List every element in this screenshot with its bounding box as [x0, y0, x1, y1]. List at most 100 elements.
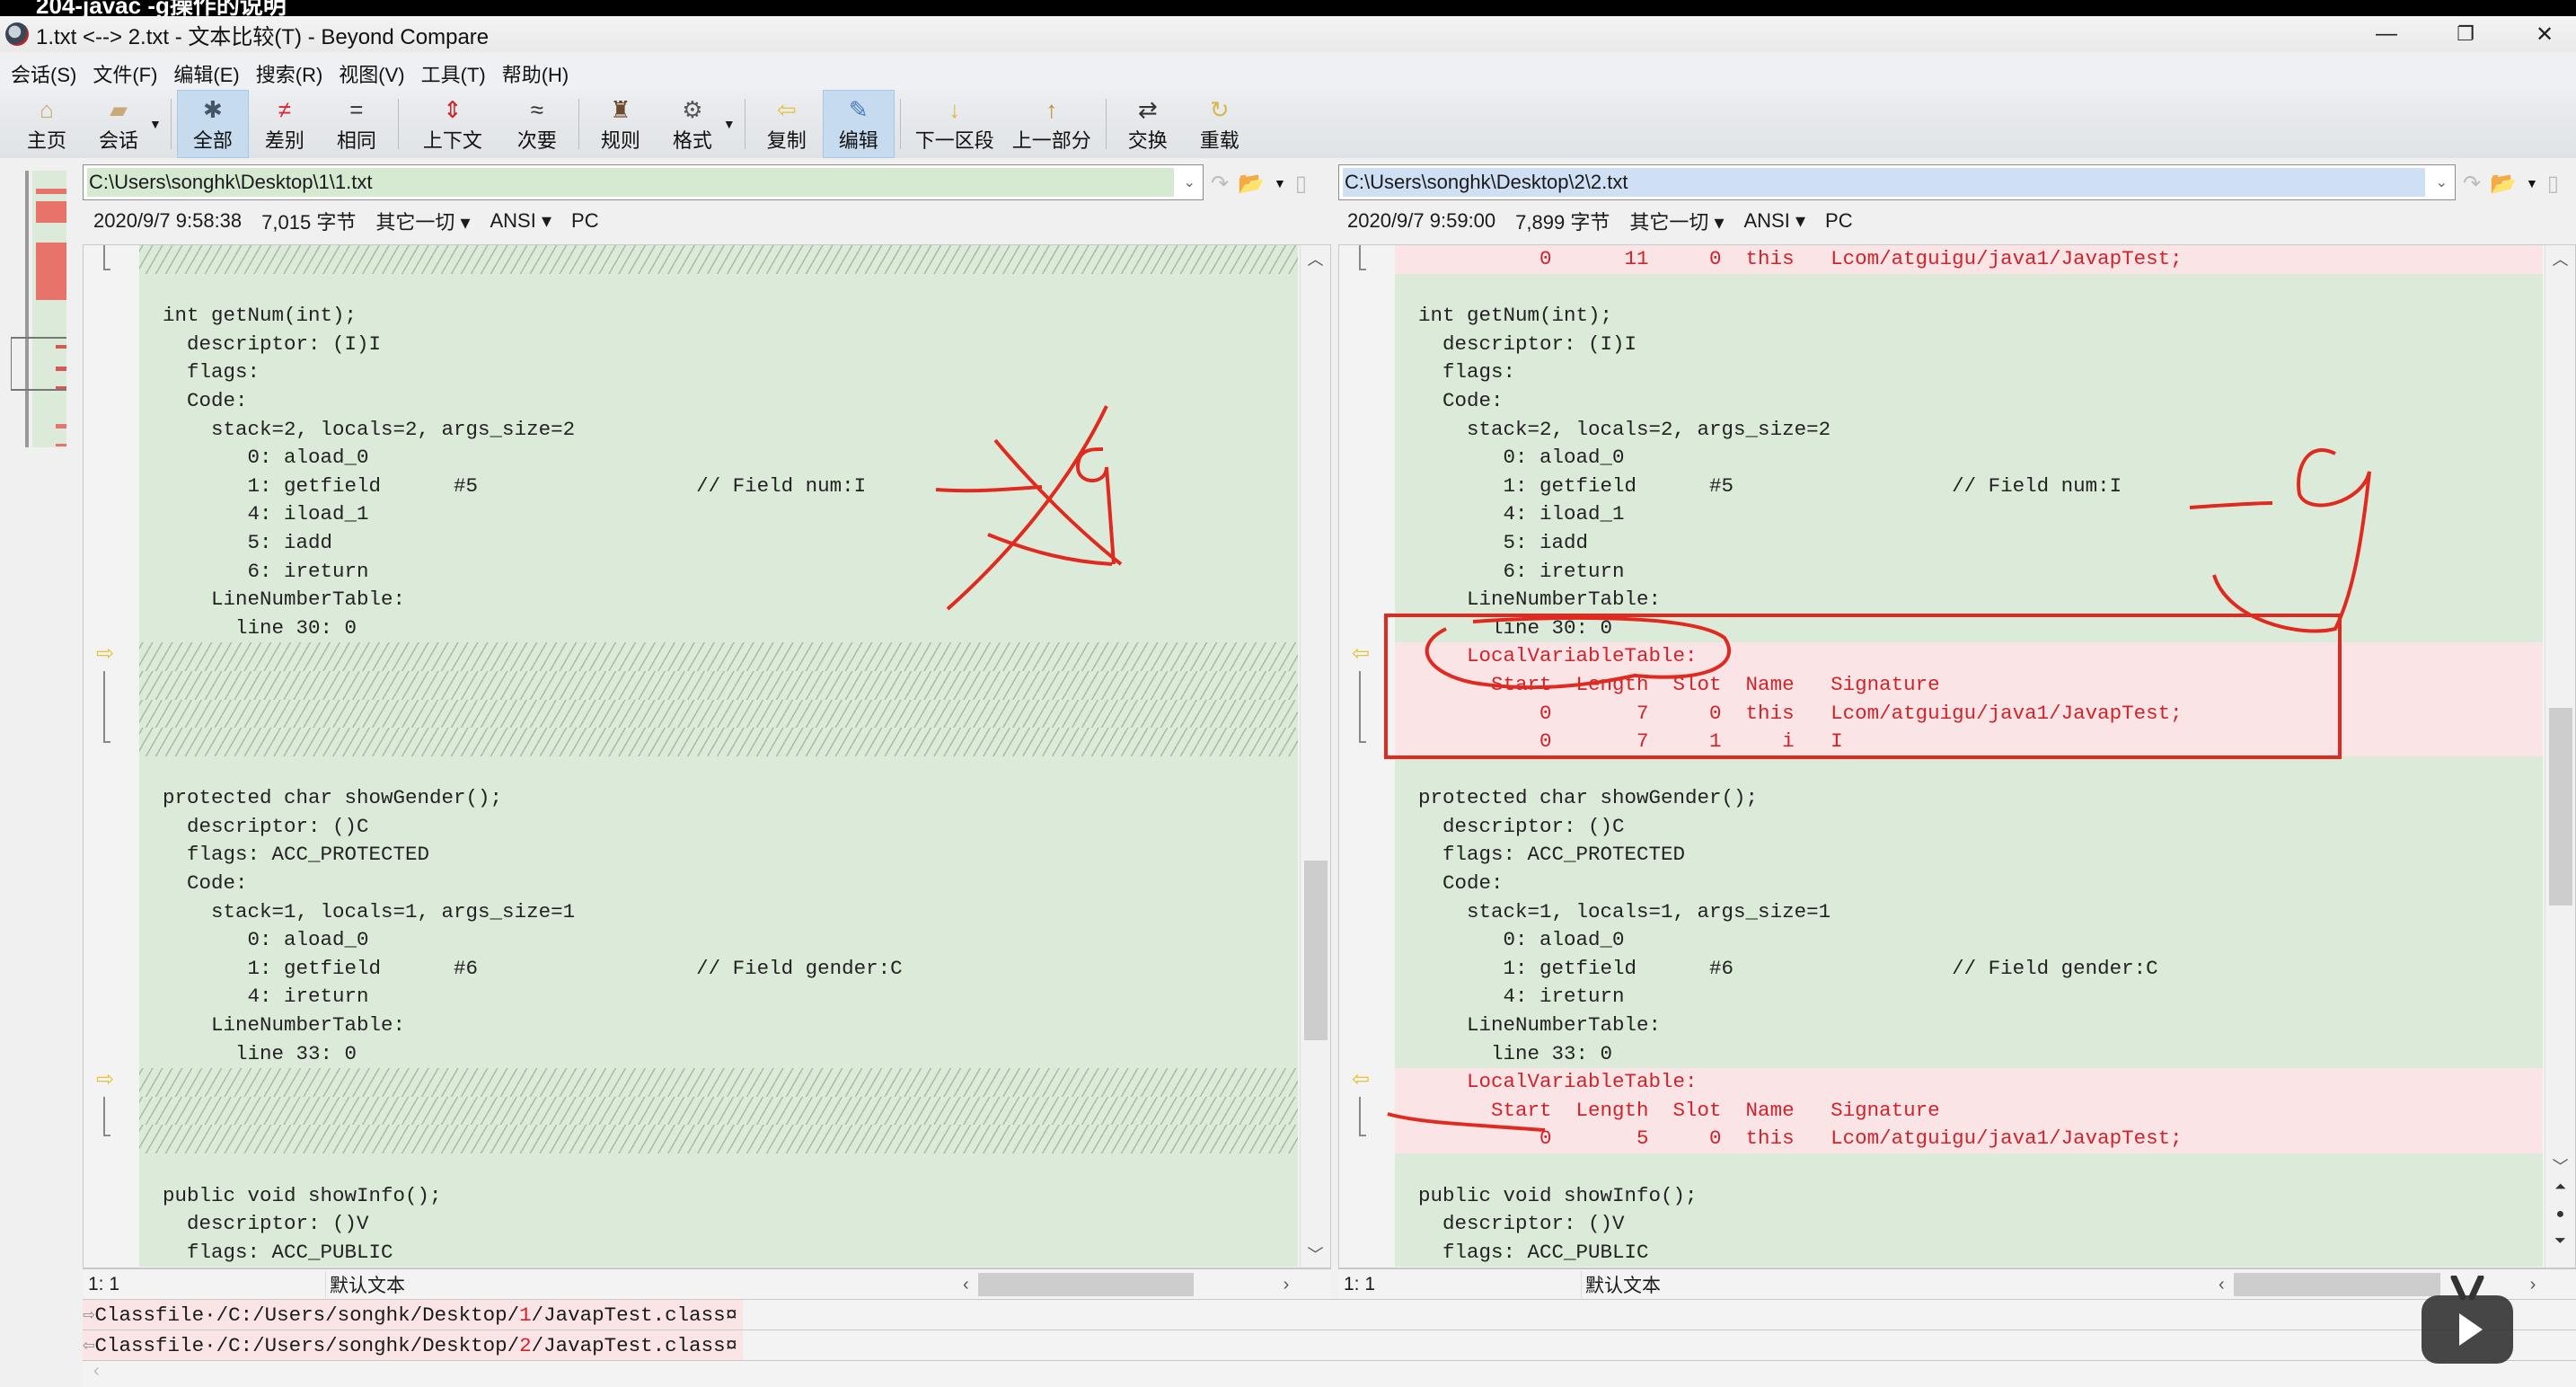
diff-line[interactable]: 0 11 0 this Lcom/atguigu/java1/JavapTest… [1395, 245, 2543, 274]
code-line[interactable]: flags: [1395, 358, 2543, 387]
code-line[interactable]: Code: [1395, 870, 2543, 898]
code-line[interactable] [1395, 1153, 2543, 1182]
code-line[interactable] [139, 1153, 1298, 1182]
code-line[interactable]: line 30: 0 [139, 614, 1298, 643]
code-line[interactable]: stack=2, locals=2, args_size=2 [139, 415, 1298, 445]
code-line[interactable]: stack=1, locals=1, args_size=1 [139, 897, 1298, 927]
left-horizontal-scrollbar[interactable]: ‹ › [963, 1273, 1322, 1296]
missing-line-placeholder[interactable] [139, 245, 1298, 274]
code-line[interactable]: Code: [139, 870, 1298, 898]
scroll-right-icon[interactable]: › [1284, 1275, 1290, 1295]
scroll-down-icon[interactable]: ﹀ [1301, 1242, 1330, 1266]
scroll-left-icon[interactable]: ‹ [93, 1361, 100, 1382]
open-folder-icon[interactable]: 📂 [1238, 171, 1265, 197]
jump-arrow-icon[interactable]: ↷ [2463, 171, 2481, 197]
diff-line[interactable]: Start Length Slot Name Signature [1395, 670, 2543, 700]
current-diff-icon[interactable]: ● [2545, 1206, 2575, 1223]
menu-item[interactable]: 搜索(R) [256, 59, 323, 88]
right-filter-dropdown[interactable]: 其它一切 ▾ [1629, 207, 1724, 235]
chevron-down-icon[interactable]: ⌄ [2436, 173, 2448, 191]
left-code-area[interactable]: int getNum(int); descriptor: (I)I flags:… [139, 245, 1298, 1268]
code-line[interactable]: 5: iadd [139, 528, 1298, 558]
dropdown-caret-icon[interactable]: ▼ [149, 117, 162, 131]
code-line[interactable]: 1: getfield #5 // Field num:I [139, 472, 1298, 501]
code-line[interactable]: int getNum(int); [139, 302, 1298, 331]
save-icon[interactable]: ▯ [2547, 171, 2559, 197]
toolbar-button[interactable]: ▰ 会话 [83, 90, 154, 158]
toolbar-button[interactable]: ♜ 规则 [585, 90, 657, 158]
copy-right-arrow-icon[interactable]: ⇨ [96, 640, 114, 667]
scroll-left-icon[interactable]: ‹ [2219, 1275, 2225, 1295]
toolbar-button[interactable]: ≈ 次要 [501, 90, 573, 158]
toolbar-button[interactable]: ⇦ 复制 [751, 90, 823, 158]
right-hscroll-thumb[interactable] [2233, 1273, 2440, 1296]
code-line[interactable]: descriptor: (I)I [139, 330, 1298, 359]
code-line[interactable]: flags: ACC_PUBLIC [139, 1238, 1298, 1268]
right-code-area[interactable]: 0 11 0 this Lcom/atguigu/java1/JavapTest… [1395, 245, 2543, 1268]
missing-line-placeholder[interactable] [139, 699, 1298, 729]
code-line[interactable]: protected char showGender(); [139, 784, 1298, 813]
dropdown-caret-icon[interactable]: ▼ [723, 117, 736, 131]
code-line[interactable]: 6: ireturn [1395, 557, 2543, 587]
toolbar-button[interactable]: ⌂ 主页 [11, 90, 83, 158]
menu-item[interactable]: 文件(F) [93, 59, 157, 88]
toolbar-button[interactable]: ⚙ 格式 [657, 90, 728, 158]
video-player-badge[interactable] [2418, 1274, 2517, 1365]
code-line[interactable]: 1: getfield #6 // Field gender:C [139, 954, 1298, 984]
toolbar-button[interactable]: ≠ 差别 [249, 90, 321, 158]
code-line[interactable]: flags: ACC_PROTECTED [139, 841, 1298, 870]
code-line[interactable]: public void showInfo(); [139, 1181, 1298, 1211]
code-line[interactable]: 0: aload_0 [139, 444, 1298, 473]
restore-button[interactable]: ❐ [2425, 16, 2506, 52]
toolbar-button[interactable]: ↑ 上一部分 [1003, 90, 1100, 158]
left-vertical-scrollbar[interactable]: ︿ ﹀ [1300, 245, 1330, 1268]
diff-line[interactable]: Start Length Slot Name Signature [1395, 1096, 2543, 1126]
scroll-up-icon[interactable]: ︿ [2545, 247, 2575, 270]
code-line[interactable]: 1: getfield #6 // Field gender:C [1395, 954, 2543, 984]
code-line[interactable]: 0: aload_0 [139, 926, 1298, 955]
close-button[interactable]: ✕ [2504, 16, 2576, 52]
missing-line-placeholder[interactable] [139, 728, 1298, 756]
missing-line-placeholder[interactable] [139, 1096, 1298, 1126]
code-line[interactable] [1395, 273, 2543, 303]
menu-item[interactable]: 编辑(E) [173, 59, 239, 88]
missing-line-placeholder[interactable] [139, 670, 1298, 700]
scroll-up-icon[interactable]: ︿ [1301, 247, 1330, 270]
code-line[interactable]: flags: ACC_PUBLIC [1395, 1238, 2543, 1268]
toolbar-button[interactable]: ✱ 全部 [176, 90, 249, 158]
code-line[interactable] [139, 755, 1298, 785]
left-hscroll-thumb[interactable] [977, 1273, 1194, 1296]
diff-line[interactable]: LocalVariableTable: [1395, 1068, 2543, 1097]
prev-diff-icon[interactable]: ⏶ [2545, 1179, 2575, 1196]
missing-line-placeholder[interactable] [139, 1125, 1298, 1153]
chevron-down-icon[interactable]: ⌄ [1184, 173, 1195, 191]
diff-line[interactable]: LocalVariableTable: [1395, 642, 2543, 671]
right-path-input[interactable]: C:\Users\songhk\Desktop\2\2.txt [1343, 168, 2425, 197]
code-line[interactable]: 0: aload_0 [1395, 926, 2543, 955]
code-line[interactable]: line 33: 0 [139, 1039, 1298, 1069]
code-line[interactable]: line 33: 0 [1395, 1039, 2543, 1069]
code-line[interactable]: flags: ACC_PROTECTED [1395, 841, 2543, 870]
code-line[interactable]: 4: ireturn [139, 983, 1298, 1012]
code-line[interactable]: 5: iadd [1395, 528, 2543, 558]
code-line[interactable]: descriptor: ()V [139, 1210, 1298, 1239]
copy-left-arrow-icon[interactable]: ⇦ [1352, 1066, 1370, 1092]
right-scroll-thumb[interactable] [2549, 708, 2572, 906]
diff-line[interactable]: 0 7 1 i I [1395, 728, 2543, 756]
scroll-right-icon[interactable]: › [2530, 1275, 2536, 1295]
scroll-down-icon[interactable]: ﹀ [2545, 1154, 2575, 1178]
left-text-pane[interactable]: ⇨ ⇨ int getNum(int); descriptor: (I)I fl… [83, 244, 1331, 1268]
diff-line[interactable]: 0 7 0 this Lcom/atguigu/java1/JavapTest; [1395, 699, 2543, 729]
code-line[interactable]: int getNum(int); [1395, 302, 2543, 331]
scroll-left-icon[interactable]: ‹ [963, 1275, 969, 1295]
toolbar-button[interactable]: ✎ 编辑 [822, 90, 895, 158]
code-line[interactable]: LineNumberTable: [1395, 586, 2543, 614]
code-line[interactable]: stack=1, locals=1, args_size=1 [1395, 897, 2543, 927]
right-text-pane[interactable]: ⇦ ⇦ 0 11 0 this Lcom/atguigu/java1/Javap… [1338, 244, 2576, 1268]
code-line[interactable]: descriptor: ()V [1395, 1210, 2543, 1239]
code-line[interactable]: descriptor: (I)I [1395, 330, 2543, 359]
menu-item[interactable]: 会话(S) [11, 59, 76, 88]
jump-arrow-icon[interactable]: ↷ [1211, 171, 1229, 197]
code-line[interactable]: 4: ireturn [1395, 983, 2543, 1012]
code-line[interactable]: line 30: 0 [1395, 614, 2543, 643]
